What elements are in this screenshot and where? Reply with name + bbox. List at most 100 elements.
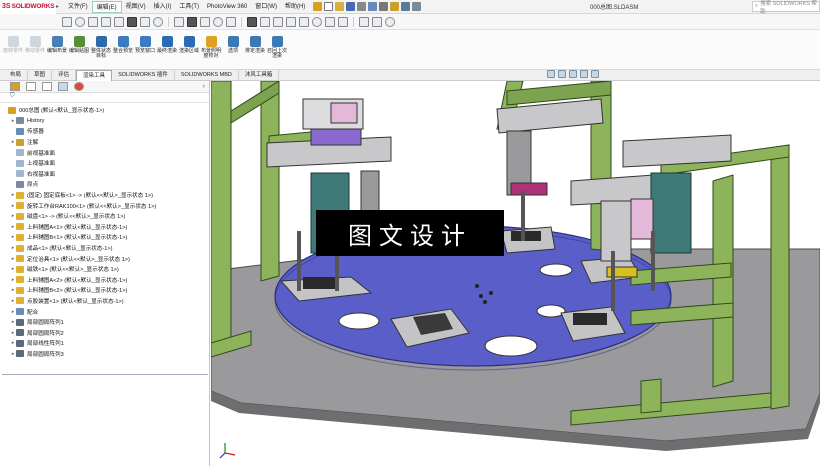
menu-item[interactable]: 插入(I) [150,1,176,13]
magenta-bracket[interactable] [510,182,548,196]
scene-icon[interactable] [174,16,184,27]
zoom-area-icon[interactable] [101,16,111,27]
shaded-edges-icon[interactable] [247,16,257,27]
tree-node[interactable]: ▸ 注解 [0,137,209,148]
dimxpert-tab-icon[interactable] [58,82,68,91]
tab[interactable]: 布局 [4,70,29,81]
wireframe-icon[interactable] [260,16,270,27]
tab[interactable]: 草图 [28,70,53,81]
tab[interactable]: SOLIDWORKS 插件 [112,70,175,81]
linear-slide-right[interactable] [622,134,732,168]
camera-icon[interactable] [200,16,210,27]
pin-icon[interactable] [313,2,323,11]
ambient-occlusion-icon[interactable] [325,16,335,27]
tree-node[interactable]: ▸ 局部圆周阵列2 [0,327,209,338]
panel-expand-icon[interactable]: › [203,83,205,90]
print-icon[interactable] [357,2,367,11]
display-style-icon[interactable] [127,16,137,27]
view-orientation-icon[interactable] [286,16,296,27]
shadows-icon[interactable] [226,16,236,27]
command-button[interactable]: 整合预览 [112,30,134,70]
assembly-model[interactable] [211,81,820,466]
tree-node[interactable]: ▸ 定位治具<1> (默认<<默认>_显示状态 1>) [0,253,209,264]
appearance-icon[interactable] [153,16,163,27]
command-button[interactable]: 预览窗口 [134,30,156,70]
command-button[interactable]: 选项 [222,30,244,70]
tree-node[interactable]: ▸ 上料辅图B<2> (默认<默认_显示状态-1>) [0,285,209,296]
tree-node[interactable]: ▸ 磁铁<1> (默认<<默认>_显示状态 1>) [0,264,209,275]
tree-node[interactable]: 原点 [0,179,209,190]
graphics-viewport[interactable] [211,81,820,466]
section-icon[interactable] [569,70,577,78]
command-button[interactable]: 移动零件 [24,30,46,70]
display-mode-icon[interactable] [580,70,588,78]
tree-node[interactable]: ▸ 点胶装置<1> (默认<默认_显示状态-1>) [0,296,209,307]
tree-node[interactable]: ▸ 上料辅图A<2> (默认<默认_显示状态-1>) [0,275,209,286]
tab[interactable]: SOLIDWORKS MBD [175,70,239,81]
tab[interactable]: 评估 [52,70,77,81]
feature-tree-tab-icon[interactable] [10,82,20,91]
command-button[interactable]: 渲染区域 [178,30,200,70]
pan-icon[interactable] [62,16,72,27]
menu-item[interactable]: 视图(V) [122,1,150,13]
purple-bracket[interactable] [310,128,362,146]
rebuild-icon[interactable] [390,2,400,11]
previous-view-icon[interactable] [558,70,566,78]
select-icon[interactable] [379,2,389,11]
tree-node[interactable]: ▸ 局部圆周阵列1 [0,317,209,328]
command-button[interactable]: 整体状态目标 [90,30,112,70]
command-button[interactable]: 编辑布景 [46,30,68,70]
monitor-icon[interactable] [591,70,599,78]
tree-node[interactable]: 上视基准面 [0,158,209,169]
save-icon[interactable] [346,2,356,11]
info-icon[interactable] [385,16,395,27]
section-view-icon[interactable] [114,16,124,27]
menu-expand-icon[interactable]: ▸ [56,3,64,10]
left-frame-post[interactable] [260,81,280,282]
command-button[interactable]: 最终渲染 [156,30,178,70]
zoom-to-fit-icon[interactable] [547,70,555,78]
tree-node[interactable]: ▸ 配合 [0,306,209,317]
measure-icon[interactable] [359,16,369,27]
command-button[interactable]: 编辑贴图 [68,30,90,70]
file-properties-icon[interactable] [401,2,411,11]
perspective-icon[interactable] [213,16,223,27]
filter-icon[interactable]: ⛉ [0,93,209,103]
command-button[interactable]: 召回上次渲染 [266,30,288,70]
tree-node[interactable]: ▸ 局部线性阵列1 [0,338,209,349]
command-button[interactable]: 布景照明度校对 [200,30,222,70]
tree-node[interactable]: ▸ 上料辅图A<1> (默认<默认_显示状态-1>) [0,222,209,233]
right-frame-post[interactable] [770,144,790,410]
tree-node[interactable]: 前视基准面 [0,147,209,158]
open-folder-icon[interactable] [335,2,345,11]
tab[interactable]: 渲染工具 [76,70,113,81]
undo-icon[interactable] [368,2,378,11]
mass-properties-icon[interactable] [372,16,382,27]
hide-show-icon[interactable] [140,16,150,27]
tree-node[interactable]: ▸ 旋转工作台RAK100<1> (默认<<默认>_显示状态 1>) [0,200,209,211]
zoom-fit-icon[interactable] [88,16,98,27]
rotate-view-icon[interactable] [75,16,85,27]
standard-views-icon[interactable] [299,16,309,27]
cartoon-icon[interactable] [338,16,348,27]
new-document-icon[interactable] [324,2,334,11]
tree-node[interactable]: ▸ (固定) 固定底板<1> -> (默认<<默认>_显示状态 1>) [0,190,209,201]
menu-item[interactable]: 帮助(H) [281,1,309,13]
tree-node[interactable]: ▸ 上料辅图B<1> (默认<默认_显示状态-1>) [0,232,209,243]
property-manager-tab-icon[interactable] [26,82,36,91]
right-frame-post[interactable] [712,174,734,388]
left-frame-post-front[interactable] [211,81,232,357]
options-gear-icon[interactable] [412,2,422,11]
command-button[interactable]: 排定渲染 [244,30,266,70]
tree-node[interactable]: ▸ 成品<1> (默认<默认_显示状态-1>) [0,243,209,254]
command-button[interactable]: 旋转零件 [2,30,24,70]
tree-node[interactable]: ▸ 局部圆周阵列3 [0,349,209,360]
realview-icon[interactable] [312,16,322,27]
tree-node[interactable]: ▸ 磁盘<1> -> (默认<<默认>_显示状态 1>) [0,211,209,222]
menu-item[interactable]: 文件(F) [64,1,92,13]
tree-node[interactable]: 000总图 (默认<默认_显示状态-1>) [0,105,209,116]
tree-node[interactable]: 右视基准面 [0,169,209,180]
help-search-input[interactable]: ⌕ 搜索 SOLIDWORKS 帮助 [752,1,820,15]
view-settings-icon[interactable] [187,16,197,27]
display-manager-tab-icon[interactable] [74,82,84,91]
